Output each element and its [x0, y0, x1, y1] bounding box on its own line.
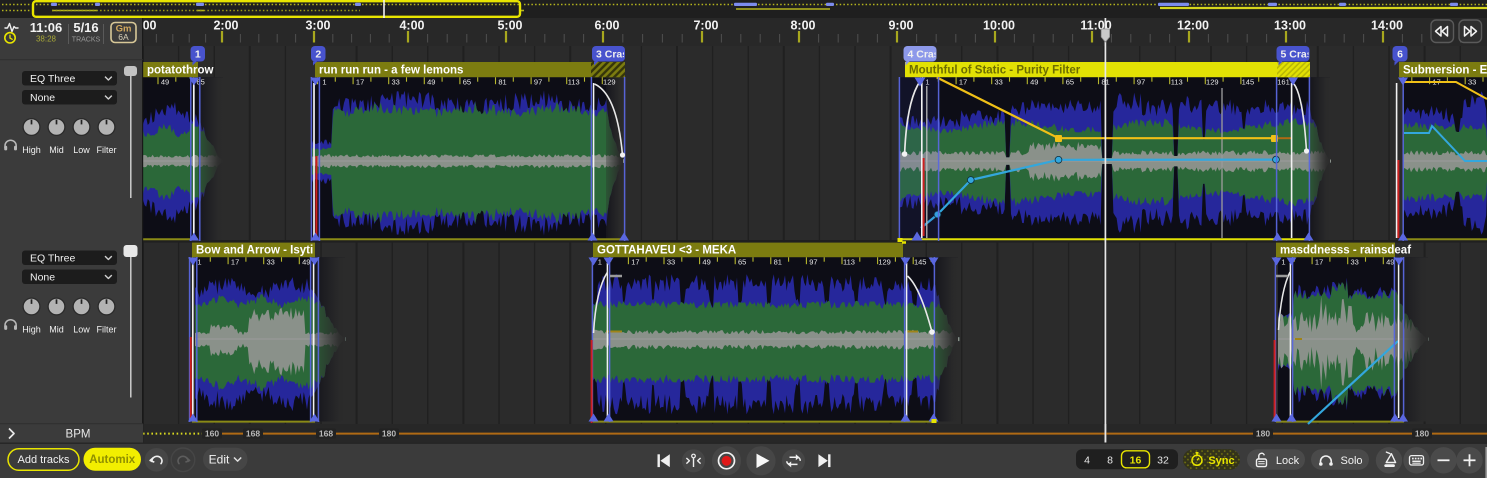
svg-text:GOTTAHAVEU <3 - MEKA: GOTTAHAVEU <3 - MEKA — [597, 244, 736, 256]
svg-text:3 Cras: 3 Cras — [596, 49, 628, 61]
svg-text:Sync: Sync — [1208, 455, 1234, 467]
svg-text:masddnesss - rainsdeaf: masddnesss - rainsdeaf — [1280, 244, 1411, 256]
svg-text:None: None — [30, 92, 55, 104]
svg-text:High: High — [22, 325, 41, 335]
svg-text:32: 32 — [1157, 454, 1169, 466]
svg-text:160: 160 — [205, 429, 219, 439]
svg-text:97: 97 — [1137, 78, 1145, 87]
svg-text:Mid: Mid — [49, 145, 64, 155]
svg-text:1: 1 — [195, 49, 201, 61]
svg-text:6: 6 — [1397, 49, 1403, 61]
svg-text:2:00: 2:00 — [213, 19, 238, 33]
svg-text:65: 65 — [463, 78, 471, 87]
svg-text:8:00: 8:00 — [790, 19, 815, 33]
svg-text:180: 180 — [382, 429, 396, 439]
svg-text:145: 145 — [1242, 78, 1255, 87]
svg-text:49: 49 — [702, 258, 710, 267]
svg-text:Automix: Automix — [89, 454, 136, 466]
svg-text:EQ Three: EQ Three — [30, 252, 75, 264]
svg-text:4: 4 — [1084, 454, 1090, 466]
svg-text:180: 180 — [1256, 429, 1270, 439]
svg-text:TRACKS: TRACKS — [72, 37, 101, 44]
svg-text:8: 8 — [1107, 454, 1113, 466]
svg-text:17: 17 — [631, 258, 639, 267]
svg-text:145: 145 — [914, 258, 927, 267]
svg-text:Filter: Filter — [97, 325, 117, 335]
svg-text:Solo: Solo — [1340, 455, 1362, 467]
svg-text:168: 168 — [319, 429, 333, 439]
svg-text:10:00: 10:00 — [983, 19, 1015, 33]
svg-text:13:00: 13:00 — [1274, 19, 1306, 33]
svg-text:Low: Low — [73, 145, 90, 155]
svg-text:33: 33 — [995, 78, 1003, 87]
svg-text:33: 33 — [267, 258, 275, 267]
svg-text:161: 161 — [1277, 78, 1290, 87]
svg-text:49: 49 — [1386, 258, 1394, 267]
svg-text:1: 1 — [598, 258, 602, 267]
svg-text:180: 180 — [1415, 429, 1429, 439]
svg-text:5 Cras: 5 Cras — [1281, 49, 1313, 61]
svg-text:113: 113 — [843, 258, 855, 267]
svg-text:6:00: 6:00 — [594, 19, 619, 33]
svg-text:3:00: 3:00 — [305, 19, 330, 33]
svg-text:65: 65 — [1066, 78, 1074, 87]
svg-text:17: 17 — [959, 78, 967, 87]
svg-text:17: 17 — [231, 258, 239, 267]
svg-text:4:00: 4:00 — [399, 19, 424, 33]
svg-text:1: 1 — [1281, 258, 1285, 267]
svg-text:33: 33 — [392, 78, 400, 87]
svg-text:65: 65 — [738, 258, 746, 267]
svg-text:49: 49 — [161, 78, 169, 87]
svg-text:113: 113 — [568, 78, 580, 87]
svg-text:1: 1 — [322, 78, 326, 87]
svg-text:16: 16 — [1130, 454, 1142, 466]
svg-text:113: 113 — [1171, 78, 1183, 87]
svg-text:5:00: 5:00 — [497, 19, 522, 33]
svg-text:BPM: BPM — [66, 429, 91, 441]
svg-text:Mid: Mid — [49, 325, 64, 335]
svg-text:7:00: 7:00 — [693, 19, 718, 33]
svg-text:97: 97 — [534, 78, 542, 87]
svg-text:17: 17 — [356, 78, 364, 87]
svg-text:Mouthful of Static - Purity Fi: Mouthful of Static - Purity Filter — [909, 64, 1081, 76]
svg-text:5/16: 5/16 — [73, 20, 98, 35]
svg-text:81: 81 — [498, 78, 506, 87]
svg-text:49: 49 — [1030, 78, 1038, 87]
svg-text:11:06: 11:06 — [30, 20, 63, 35]
svg-text:EQ Three: EQ Three — [30, 73, 75, 85]
svg-text:38:28: 38:28 — [36, 35, 57, 44]
svg-text:None: None — [30, 271, 55, 283]
svg-text:Bow and Arrow - Isyti: Bow and Arrow - Isyti — [196, 244, 313, 256]
svg-text:33: 33 — [1351, 258, 1359, 267]
svg-text:Low: Low — [73, 325, 90, 335]
svg-text:Filter: Filter — [97, 145, 117, 155]
svg-text:33: 33 — [667, 258, 675, 267]
svg-text:High: High — [22, 145, 41, 155]
svg-text:Add tracks: Add tracks — [18, 454, 70, 466]
svg-text:129: 129 — [1206, 78, 1219, 87]
svg-text:14:00: 14:00 — [1371, 19, 1403, 33]
svg-text:Submersion - Exodus: Submersion - Exodus — [1403, 64, 1487, 76]
svg-text:81: 81 — [774, 258, 782, 267]
svg-text:Lock: Lock — [1276, 455, 1300, 467]
svg-text:168: 168 — [246, 429, 260, 439]
svg-text:4 Cras: 4 Cras — [908, 49, 940, 61]
svg-text:Edit: Edit — [209, 452, 230, 466]
svg-text:97: 97 — [809, 258, 817, 267]
svg-text:12:00: 12:00 — [1177, 19, 1209, 33]
svg-text:potatothrow: potatothrow — [147, 64, 213, 76]
svg-text:run run run - a few lemons: run run run - a few lemons — [319, 64, 463, 76]
svg-text:49: 49 — [427, 78, 435, 87]
svg-text:129: 129 — [878, 258, 891, 267]
svg-text:33: 33 — [1468, 78, 1476, 87]
svg-text:49: 49 — [302, 258, 310, 267]
svg-text:2: 2 — [315, 49, 321, 61]
svg-text:129: 129 — [603, 78, 616, 87]
svg-text:1: 1 — [197, 258, 201, 267]
svg-text:17: 17 — [1315, 258, 1323, 267]
svg-text:6A: 6A — [118, 32, 129, 42]
svg-text:9:00: 9:00 — [888, 19, 913, 33]
